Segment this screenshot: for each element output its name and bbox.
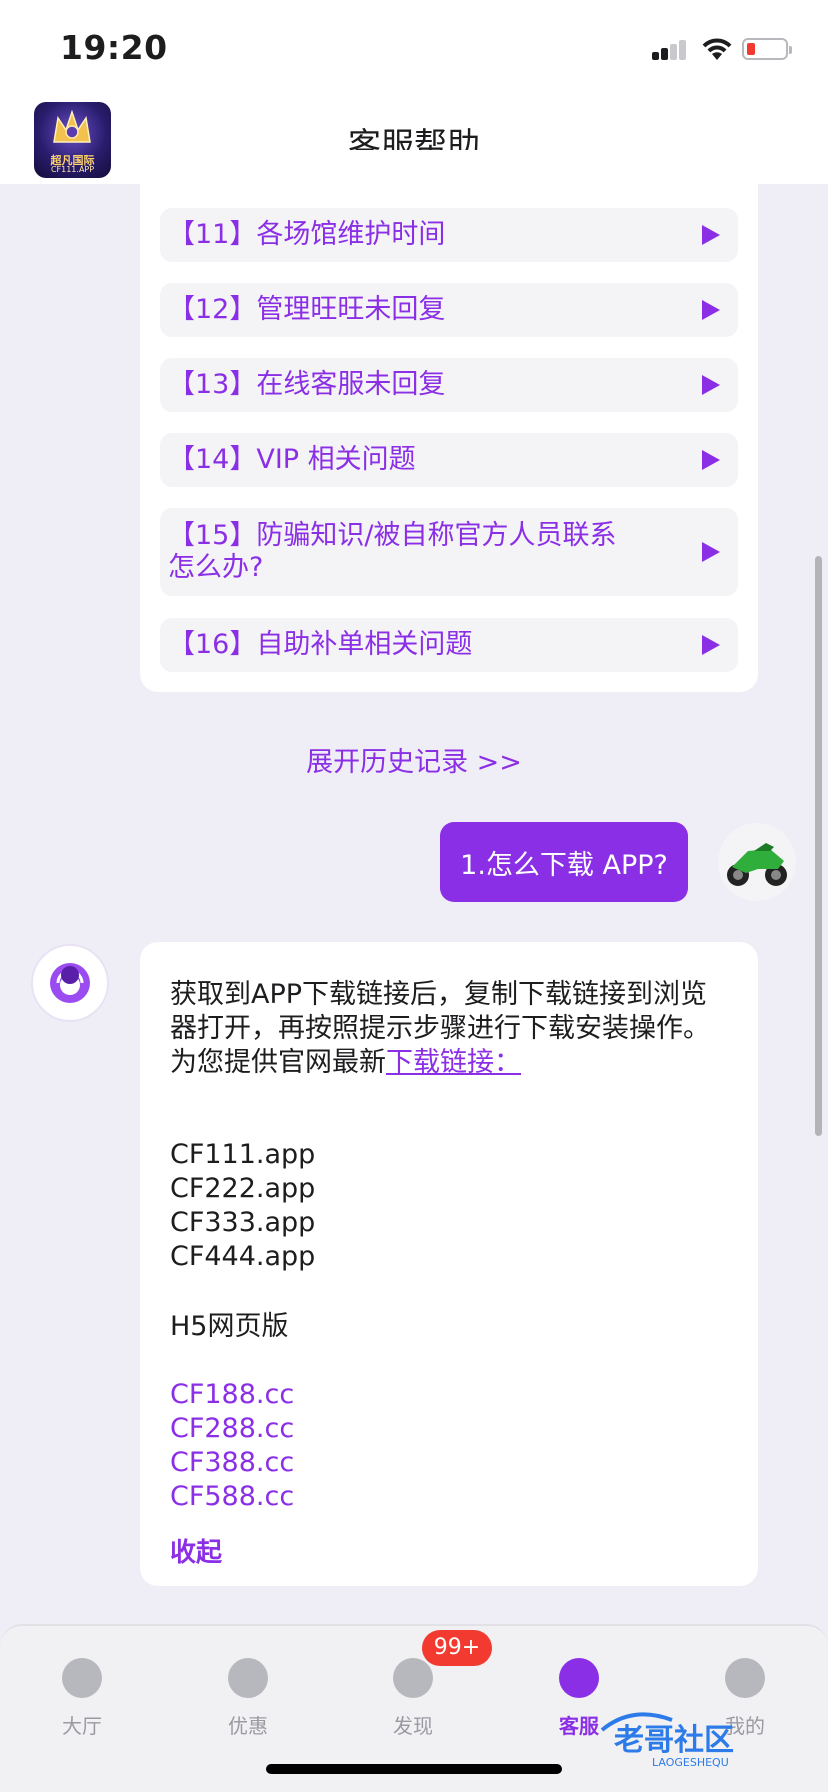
faq-item-12[interactable]: 【12】管理旺旺未回复 xyxy=(160,283,738,337)
app-link[interactable]: CF444.app xyxy=(170,1240,315,1274)
svg-text:LAOGESHEQU: LAOGESHEQU xyxy=(652,1756,729,1769)
tab-promotions[interactable]: 优惠 xyxy=(193,1640,303,1740)
wifi-icon xyxy=(702,38,732,60)
home-icon xyxy=(62,1658,102,1698)
faq-item-label: 【11】各场馆维护时间 xyxy=(168,219,446,250)
app-link[interactable]: CF222.app xyxy=(170,1172,315,1206)
tab-label: 优惠 xyxy=(228,1714,268,1738)
app-link[interactable]: CF111.app xyxy=(170,1138,315,1172)
tab-label: 大厅 xyxy=(62,1714,102,1738)
faq-item-14[interactable]: 【14】VIP 相关问题 xyxy=(160,433,738,487)
expand-history-link[interactable]: 展开历史记录 >> xyxy=(0,740,828,779)
svg-text:老哥社区: 老哥社区 xyxy=(614,1723,734,1758)
agent-instructions: 获取到APP下载链接后，复制下载链接到浏览器打开，再按照提示步骤进行下载安装操作… xyxy=(170,979,710,1044)
cellular-signal-icon xyxy=(652,38,688,60)
battery-icon xyxy=(742,38,792,60)
play-arrow-icon xyxy=(702,225,720,245)
tab-lobby[interactable]: 大厅 xyxy=(27,1640,137,1740)
compass-icon xyxy=(393,1658,433,1698)
user-message-bubble: 1.怎么下载 APP? xyxy=(440,822,688,902)
play-arrow-icon xyxy=(702,450,720,470)
faq-item-label: 【15】防骗知识/被自称官方人员联系怎么办? xyxy=(168,520,617,583)
agent-message-text: 获取到APP下载链接后，复制下载链接到浏览器打开，再按照提示步骤进行下载安装操作… xyxy=(170,978,730,1080)
h5-link-list: CF188.cc CF288.cc CF388.cc CF588.cc xyxy=(170,1378,294,1514)
star-icon xyxy=(228,1658,268,1698)
tab-label: 发现 xyxy=(393,1714,433,1738)
h5-link[interactable]: CF588.cc xyxy=(170,1480,294,1514)
play-arrow-icon xyxy=(702,300,720,320)
scrollbar[interactable] xyxy=(815,556,822,1136)
home-indicator[interactable] xyxy=(266,1764,562,1774)
headset-agent-icon xyxy=(50,963,90,1003)
motorcycle-icon xyxy=(727,843,787,886)
download-link[interactable]: 下载链接： xyxy=(386,1047,521,1078)
h5-label: H5网页版 xyxy=(170,1311,289,1342)
notification-badge: 99+ xyxy=(422,1630,492,1666)
app-link[interactable]: CF333.app xyxy=(170,1206,315,1240)
status-bar: 19:20 xyxy=(0,0,828,96)
status-time: 19:20 xyxy=(60,28,168,67)
collapse-button[interactable]: 收起 xyxy=(170,1532,222,1569)
app-link-list: CF111.app CF222.app CF333.app CF444.app xyxy=(170,1138,315,1274)
faq-item-11[interactable]: 【11】各场馆维护时间 xyxy=(160,208,738,262)
faq-item-13[interactable]: 【13】在线客服未回复 xyxy=(160,358,738,412)
faq-item-label: 【16】自助补单相关问题 xyxy=(168,629,473,660)
faq-card: 【11】各场馆维护时间 【12】管理旺旺未回复 【13】在线客服未回复 【14】… xyxy=(140,150,758,692)
agent-link-prefix: 为您提供官网最新 xyxy=(170,1047,386,1078)
faq-item-label: 【14】VIP 相关问题 xyxy=(168,444,416,475)
agent-avatar xyxy=(31,944,109,1022)
agent-message-card: 获取到APP下载链接后，复制下载链接到浏览器打开，再按照提示步骤进行下载安装操作… xyxy=(140,942,758,1586)
faq-item-15[interactable]: 【15】防骗知识/被自称官方人员联系怎么办? xyxy=(160,508,738,596)
play-arrow-icon xyxy=(702,375,720,395)
h5-link[interactable]: CF388.cc xyxy=(170,1446,294,1480)
play-arrow-icon xyxy=(702,542,720,562)
play-arrow-icon xyxy=(702,635,720,655)
watermark-logo: 老哥社区 LAOGESHEQU xyxy=(600,1712,734,1769)
h5-link[interactable]: CF288.cc xyxy=(170,1412,294,1446)
faq-item-16[interactable]: 【16】自助补单相关问题 xyxy=(160,618,738,672)
user-icon xyxy=(725,1658,765,1698)
service-icon xyxy=(559,1658,599,1698)
logo-subtext: CF111.APP xyxy=(50,165,95,174)
h5-link[interactable]: CF188.cc xyxy=(170,1378,294,1412)
faq-item-label: 【12】管理旺旺未回复 xyxy=(168,294,446,325)
user-avatar[interactable] xyxy=(718,823,796,901)
faq-item-label: 【13】在线客服未回复 xyxy=(168,369,446,400)
